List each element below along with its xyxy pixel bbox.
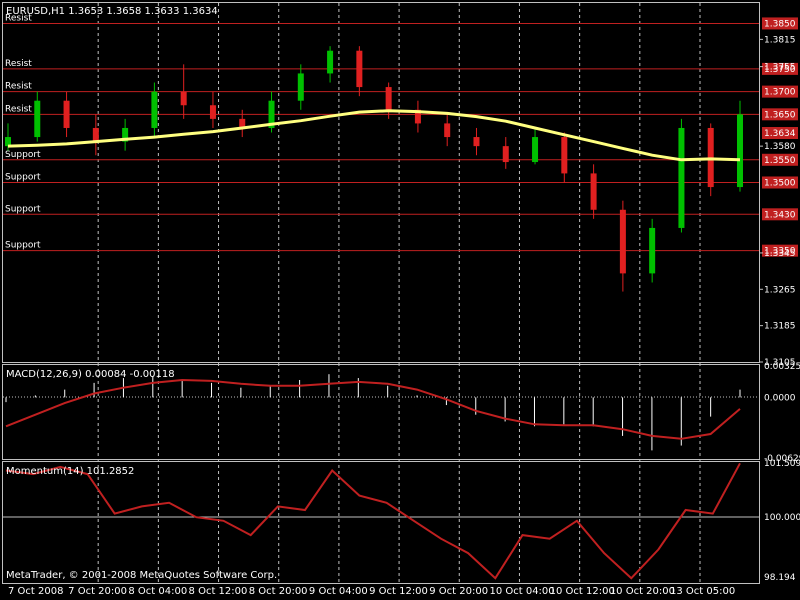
background xyxy=(0,0,800,600)
time-axis: 7 Oct 2008 7 Oct 20:00 8 Oct 04:00 8 Oct 12… xyxy=(8,586,735,597)
time-tick-label: 8 Oct 12:00 xyxy=(189,586,248,597)
level-value: 1.3550 xyxy=(764,156,796,166)
price-tick-label: 1.3580 xyxy=(764,142,796,152)
price-tick-label: 1.3345 xyxy=(764,249,796,259)
macd-title: MACD(12,26,9) 0.00084 -0.00118 xyxy=(6,369,175,380)
level-label: Resist xyxy=(5,59,32,69)
time-tick-label: 8 Oct 20:00 xyxy=(249,586,308,597)
candle-body xyxy=(532,137,539,163)
time-tick-label: 8 Oct 04:00 xyxy=(128,586,187,597)
candle-body xyxy=(63,100,70,128)
price-tick-label: 1.3265 xyxy=(764,285,796,295)
candle-body xyxy=(590,173,597,210)
momentum-title: Momentum(14) 101.2852 xyxy=(6,466,134,477)
chart-window: Resist1.3850Resist1.3750Resist1.3700Resi… xyxy=(0,0,800,600)
candle-body xyxy=(649,227,656,274)
price-tick-label: 1.3185 xyxy=(764,322,796,332)
candle-body xyxy=(151,91,158,128)
time-tick-label: 13 Oct 05:00 xyxy=(670,586,735,597)
momentum-tick-label: 100.0000 xyxy=(764,513,800,523)
time-tick-label: 7 Oct 20:00 xyxy=(68,586,127,597)
price-tick-label: 1.3755 xyxy=(764,63,796,73)
candle-body xyxy=(356,50,363,88)
macd-tick-label: 0.00325 xyxy=(764,362,800,372)
candle-body xyxy=(561,137,568,174)
candle-body xyxy=(385,87,392,110)
level-label: Support xyxy=(5,150,41,160)
time-tick-label: 10 Oct 04:00 xyxy=(489,586,554,597)
current-price-label: 1.3634 xyxy=(764,129,796,139)
level-value: 1.3700 xyxy=(764,88,796,98)
level-label: Support xyxy=(5,204,41,214)
candle-body xyxy=(502,146,509,163)
level-label: Support xyxy=(5,173,41,183)
level-value: 1.3650 xyxy=(764,110,796,120)
level-label: Resist xyxy=(5,82,32,92)
macd-tick-label: 0.0000 xyxy=(764,393,796,403)
level-value: 1.3430 xyxy=(764,210,796,220)
candle-body xyxy=(678,127,685,228)
candle-body xyxy=(737,114,743,188)
copyright-text: MetaTrader, © 2001-2008 MetaQuotes Softw… xyxy=(6,570,277,581)
level-label: Support xyxy=(5,241,41,251)
price-chart-title: EURUSD,H1 1.3653 1.3658 1.3633 1.3634 xyxy=(6,6,218,17)
candle-body xyxy=(473,137,480,147)
candle-body xyxy=(92,127,99,142)
time-tick-label: 9 Oct 12:00 xyxy=(369,586,428,597)
time-tick-label: 10 Oct 20:00 xyxy=(610,586,675,597)
candle-body xyxy=(297,73,304,101)
price-tick-label: 1.3815 xyxy=(764,35,796,45)
momentum-tick-label: 101.5094 xyxy=(764,459,800,469)
candle-body xyxy=(619,209,626,274)
level-value: 1.3500 xyxy=(764,179,796,189)
candle-body xyxy=(209,105,216,119)
candle-body xyxy=(327,50,334,74)
candle-body xyxy=(180,91,187,106)
time-tick-label: 7 Oct 2008 xyxy=(8,586,63,597)
time-tick-label: 9 Oct 20:00 xyxy=(429,586,488,597)
time-tick-label: 9 Oct 04:00 xyxy=(309,586,368,597)
level-value: 1.3850 xyxy=(764,19,796,29)
momentum-tick-label: 98.194 xyxy=(764,573,796,583)
level-label: Resist xyxy=(5,104,32,114)
candle-body xyxy=(34,100,41,138)
time-tick-label: 10 Oct 12:00 xyxy=(550,586,615,597)
candle-body xyxy=(444,123,451,138)
